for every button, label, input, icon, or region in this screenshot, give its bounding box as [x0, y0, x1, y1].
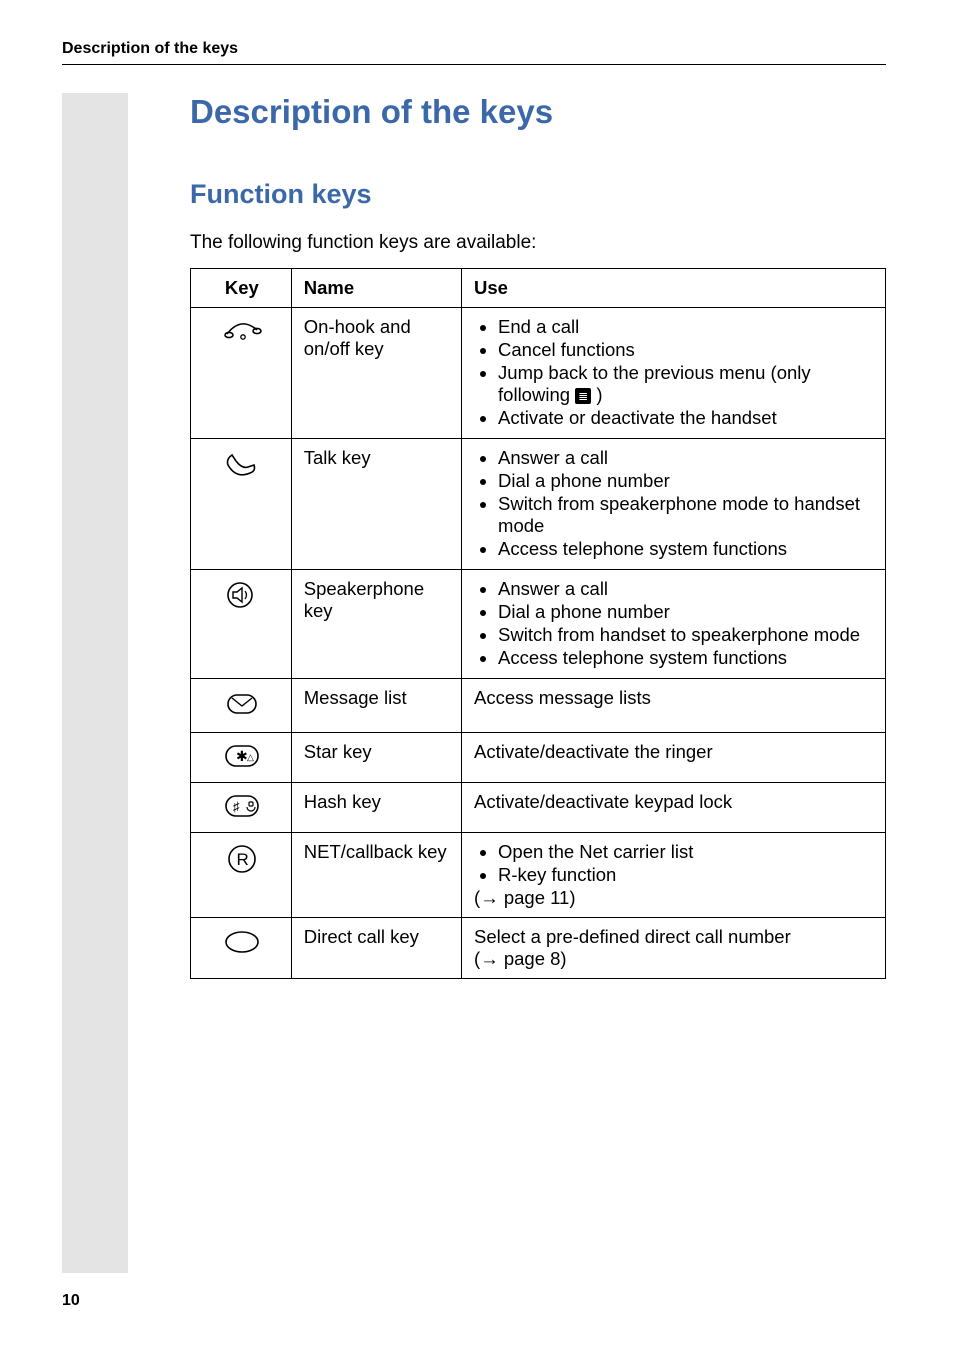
function-keys-table: Key Name Use On-hook and on/off keyEnd a…: [190, 268, 886, 979]
key-use-cell: Answer a callDial a phone numberSwitch f…: [462, 439, 886, 570]
th-use: Use: [462, 269, 886, 308]
talk-icon: [222, 449, 262, 479]
section-heading: Function keys: [190, 179, 886, 210]
svg-text:△: △: [247, 752, 254, 762]
key-name-cell: Direct call key: [291, 918, 461, 979]
message-icon: [222, 689, 262, 719]
key-use-cell: Activate/deactivate keypad lock: [462, 783, 886, 833]
key-icon-cell: ✱△: [191, 733, 292, 783]
use-item: Answer a call: [498, 447, 875, 469]
use-item: Dial a phone number: [498, 601, 875, 623]
menu-inline-icon: ≣: [575, 388, 591, 404]
table-row: RNET/callback keyOpen the Net carrier li…: [191, 833, 886, 918]
page-title: Description of the keys: [190, 93, 886, 131]
use-item: End a call: [498, 316, 875, 338]
key-name-cell: Star key: [291, 733, 461, 783]
side-margin-block: [62, 93, 128, 1273]
table-row: ✱△ Star keyActivate/deactivate the ringer: [191, 733, 886, 783]
use-item: Switch from speakerphone mode to handset…: [498, 493, 875, 537]
use-item: Activate or deactivate the handset: [498, 407, 875, 429]
th-key: Key: [191, 269, 292, 308]
key-use-cell: Access message lists: [462, 679, 886, 733]
key-icon-cell: [191, 308, 292, 439]
use-text: Select a pre-defined direct call number: [474, 926, 875, 948]
use-item: Access telephone system functions: [498, 538, 875, 560]
use-item: R-key function: [498, 864, 875, 886]
key-icon-cell: R: [191, 833, 292, 918]
key-use-cell: Select a pre-defined direct call number(…: [462, 918, 886, 979]
use-item: Answer a call: [498, 578, 875, 600]
key-use-cell: End a callCancel functionsJump back to t…: [462, 308, 886, 439]
key-icon-cell: [191, 570, 292, 679]
speaker-icon: [223, 580, 261, 610]
key-use-cell: Activate/deactivate the ringer: [462, 733, 886, 783]
hash-icon: ♯: [222, 793, 262, 819]
svg-text:♯: ♯: [233, 799, 240, 814]
svg-text:✱: ✱: [236, 748, 248, 764]
direct-call-icon: [222, 928, 262, 956]
page-ref: (→ page 11): [474, 887, 875, 909]
use-item: Access telephone system functions: [498, 647, 875, 669]
key-use-cell: Open the Net carrier listR-key function(…: [462, 833, 886, 918]
key-name-cell: Speakerphone key: [291, 570, 461, 679]
key-name-cell: Message list: [291, 679, 461, 733]
use-item: Open the Net carrier list: [498, 841, 875, 863]
table-row: Talk keyAnswer a callDial a phone number…: [191, 439, 886, 570]
use-item: Cancel functions: [498, 339, 875, 361]
running-header: Description of the keys: [62, 40, 886, 58]
table-row: On-hook and on/off keyEnd a callCancel f…: [191, 308, 886, 439]
key-use-cell: Answer a callDial a phone numberSwitch f…: [462, 570, 886, 679]
intro-text: The following function keys are availabl…: [190, 232, 886, 254]
key-name-cell: Talk key: [291, 439, 461, 570]
page-number: 10: [62, 1292, 80, 1310]
table-row: Message listAccess message lists: [191, 679, 886, 733]
use-item: Dial a phone number: [498, 470, 875, 492]
use-item: Jump back to the previous menu (only fol…: [498, 362, 875, 406]
key-name-cell: Hash key: [291, 783, 461, 833]
key-name-cell: NET/callback key: [291, 833, 461, 918]
key-icon-cell: ♯: [191, 783, 292, 833]
star-icon: ✱△: [222, 743, 262, 769]
table-row: Direct call keySelect a pre-defined dire…: [191, 918, 886, 979]
page-ref: (→ page 8): [474, 948, 875, 970]
use-item: Switch from handset to speakerphone mode: [498, 624, 875, 646]
svg-text:R: R: [236, 850, 248, 869]
key-icon-cell: [191, 439, 292, 570]
table-row: Speakerphone keyAnswer a callDial a phon…: [191, 570, 886, 679]
th-name: Name: [291, 269, 461, 308]
on-hook-icon: [221, 318, 263, 346]
key-icon-cell: [191, 679, 292, 733]
key-icon-cell: [191, 918, 292, 979]
header-rule: [62, 64, 886, 65]
key-name-cell: On-hook and on/off key: [291, 308, 461, 439]
table-row: ♯ Hash keyActivate/deactivate keypad lock: [191, 783, 886, 833]
r-key-icon: R: [224, 843, 260, 875]
